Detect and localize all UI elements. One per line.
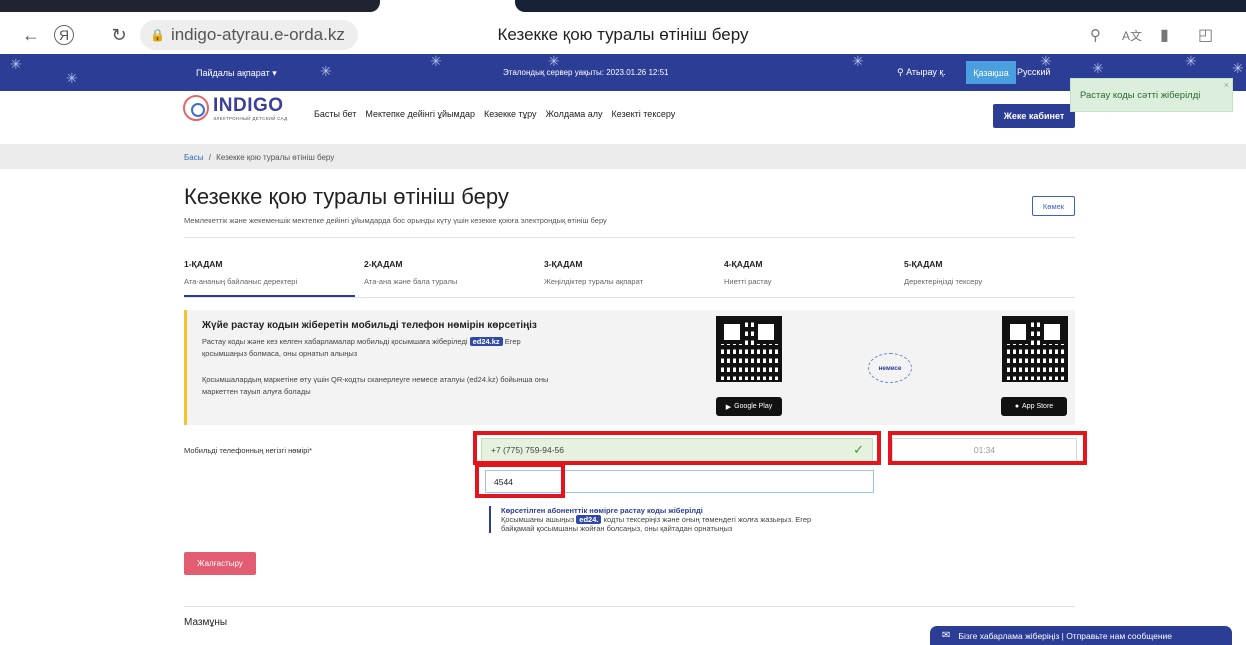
step-desc: Деректеріңізді тексеру — [904, 277, 983, 286]
info-text: қосымшаңыз болмаса, оны орнатып алыңыз — [202, 349, 358, 358]
site-top-bar: ✳ ✳ ✳ ✳ ✳ ✳ ✳ ✳ ✳ ✳ Пайдалы ақпарат ▾ Эт… — [0, 53, 1246, 91]
step-1[interactable]: 1-ҚАДАМ Ата-ананың байланыс деректері — [184, 259, 297, 286]
divider — [184, 297, 1075, 298]
logo-icon — [183, 95, 209, 121]
nav-get-referral[interactable]: Жолдама алу — [546, 109, 603, 119]
google-play-qr-code — [716, 316, 782, 382]
snowflake-icon: ✳ — [10, 56, 22, 72]
info-title: Жүйе растау кодын жіберетін мобильді тел… — [202, 320, 537, 331]
logo-subtitle: ЭЛЕКТРОННЫЙ ДЕТСКИЙ САД — [213, 115, 288, 121]
envelope-icon: ✉ — [942, 630, 951, 641]
info-text: Растау коды және кез келген хабарламалар… — [202, 337, 521, 346]
notice-text: Қосымшаны ашыңыз ed24. кодты тексеріңіз … — [501, 515, 889, 524]
city-selector[interactable]: ⚲ Атырау қ. — [897, 67, 946, 78]
step-desc: Ата-ананың байланыс деректері — [184, 277, 298, 286]
personal-cabinet-button[interactable]: Жеке кабинет — [993, 104, 1075, 128]
contents-title: Мазмұны — [184, 617, 228, 628]
window-strip — [0, 0, 380, 12]
breadcrumb-bar: Басы / Кезекке қою туралы өтініш беру — [0, 144, 1246, 169]
snowflake-icon: ✳ — [66, 70, 78, 86]
highlight-box — [473, 431, 881, 465]
page-subtitle: Мемлекеттік және жекеменшік мектепке дей… — [184, 216, 607, 225]
help-button[interactable]: Көмек — [1032, 196, 1075, 216]
logo-title: INDIGO — [213, 94, 284, 116]
highlight-box — [475, 463, 565, 498]
window-strip — [515, 0, 1246, 12]
breadcrumb: Басы / Кезекке қою туралы өтініш беру — [184, 153, 334, 162]
continue-button[interactable]: Жалғастыру — [184, 552, 256, 575]
snowflake-icon: ✳ — [320, 63, 332, 79]
app-store-qr-code — [1002, 316, 1068, 382]
snowflake-icon: ✳ — [852, 53, 864, 69]
divider — [184, 606, 1075, 607]
step-3[interactable]: 3-ҚАДАМ Жеңілдіктер туралы ақпарат — [544, 259, 643, 286]
notice-text-part: кодты тексеріңіз және оның төмендегі жол… — [603, 515, 812, 524]
nav-preschools[interactable]: Мектепке дейінгі ұйымдар — [365, 109, 475, 119]
close-icon[interactable]: × — [1224, 80, 1229, 90]
apple-icon: ● — [1014, 403, 1020, 410]
nav-check-queue[interactable]: Кезекті тексеру — [612, 109, 676, 119]
notice-title: Көрсетілген абоненттік нөмірге растау ко… — [501, 506, 703, 515]
breadcrumb-current: Кезекке қою туралы өтініш беру — [216, 153, 335, 162]
collections-icon[interactable]: ◰ — [1198, 22, 1213, 48]
step-title: 3-ҚАДАМ — [544, 259, 583, 269]
notice-text-part: Қосымшаны ашыңыз — [501, 515, 575, 524]
tab-title: Кезекке қою туралы өтініш беру — [497, 25, 749, 44]
city-label: Атырау қ. — [906, 67, 946, 77]
snowflake-icon: ✳ — [1092, 60, 1104, 76]
breadcrumb-separator: / — [208, 153, 211, 162]
lang-russian[interactable]: Русский — [1017, 67, 1050, 77]
step-title: 4-ҚАДАМ — [724, 259, 763, 269]
step-2[interactable]: 2-ҚАДАМ Ата-ана және бала туралы — [364, 259, 457, 286]
app-store-button[interactable]: ● App Store — [1001, 397, 1067, 416]
bookmark-icon[interactable]: ▮ — [1160, 22, 1169, 48]
key-icon[interactable]: ⚲ — [1090, 22, 1101, 48]
step-desc: Жеңілдіктер туралы ақпарат — [544, 277, 644, 286]
app-info-box: Жүйе растау кодын жіберетін мобильді тел… — [184, 310, 1075, 425]
step-5[interactable]: 5-ҚАДАМ Деректеріңізді тексеру — [904, 259, 982, 286]
snowflake-icon: ✳ — [1185, 53, 1197, 69]
notice-text: байқамай қосымшаны жойған болсаңыз, оны … — [501, 524, 733, 533]
step-4[interactable]: 4-ҚАДАМ Ниетті растау — [724, 259, 771, 286]
step-title: 2-ҚАДАМ — [364, 259, 403, 269]
location-pin-icon: ⚲ — [897, 67, 907, 77]
ed24-tag: ed24. — [576, 515, 602, 524]
info-text: Қосымшалардың маркетіне өту үшін QR-кодт… — [202, 375, 549, 384]
or-label: немесе — [868, 353, 912, 383]
info-text-part: Растау коды және кез келген хабарламалар… — [202, 337, 468, 346]
snowflake-icon: ✳ — [1232, 60, 1244, 76]
lang-kazakh[interactable]: Қазақша — [966, 61, 1016, 84]
step-title: 5-ҚАДАМ — [904, 259, 943, 269]
nav-join-queue[interactable]: Кезекке тұру — [484, 109, 537, 119]
server-time: Эталондық сервер уақыты: 2023.01.26 12:5… — [503, 68, 669, 77]
google-play-button[interactable]: ▶ Google Play — [716, 397, 782, 416]
useful-info-dropdown[interactable]: Пайдалы ақпарат ▾ — [196, 68, 277, 79]
step-desc: Ниетті растау — [724, 277, 772, 286]
highlight-box — [888, 431, 1087, 465]
success-toast: Растау коды сәтті жіберілді × — [1070, 78, 1233, 112]
step-desc: Ата-ана және бала туралы — [364, 277, 458, 286]
snowflake-icon: ✳ — [430, 53, 442, 69]
toast-message: Растау коды сәтті жіберілді — [1080, 89, 1201, 101]
info-text-part: Егер — [504, 337, 521, 346]
nav-home[interactable]: Басты бет — [314, 109, 356, 119]
info-text: маркеттен тауып алуға болады — [202, 387, 311, 396]
chat-label: Бізге хабарлама жіберіңіз | Отправьте на… — [958, 630, 1173, 641]
ed24-tag: ed24.kz — [469, 337, 503, 346]
app-store-label: App Store — [1022, 403, 1054, 410]
logo[interactable]: INDIGO ЭЛЕКТРОННЫЙ ДЕТСКИЙ САД — [183, 95, 287, 121]
code-sent-notice: Көрсетілген абоненттік нөмірге растау ко… — [489, 506, 889, 533]
translate-icon[interactable]: A文 — [1122, 22, 1142, 48]
phone-label: Мобильді телефонның негізгі нөмірі* — [184, 446, 312, 455]
page-title: Кезекке қою туралы өтініш беру — [184, 184, 509, 209]
browser-toolbar: ← Я ↻ 🔒 indigo-atyrau.e-orda.kz Кезекке … — [0, 0, 1246, 54]
breadcrumb-home[interactable]: Басы — [184, 153, 203, 162]
main-nav: INDIGO ЭЛЕКТРОННЫЙ ДЕТСКИЙ САД Басты бет… — [0, 91, 1246, 141]
step-title: 1-ҚАДАМ — [184, 259, 223, 269]
chat-widget[interactable]: ✉ Бізге хабарлама жіберіңіз | Отправьте … — [930, 626, 1232, 645]
google-play-label: Google Play — [734, 403, 773, 410]
play-icon: ▶ — [725, 403, 732, 411]
divider — [184, 237, 1075, 238]
